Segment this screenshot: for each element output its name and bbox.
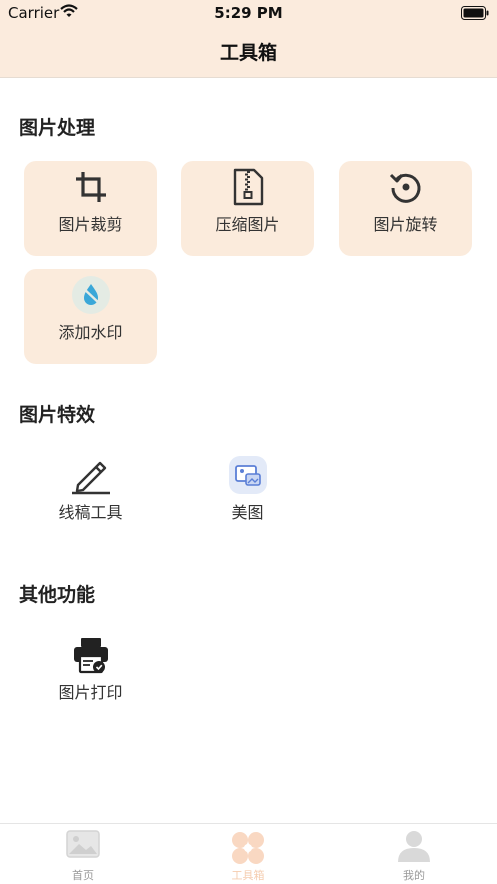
tab-home[interactable]: 首页 [0,824,166,884]
image-icon [66,830,100,858]
crop-icon [75,172,106,202]
photo-icon [228,456,267,494]
tab-toolbox[interactable]: 工具箱 [165,824,331,884]
navigation-bar: 工具箱 [0,26,497,78]
tool-label: 图片旋转 [373,215,438,234]
pencil-icon [71,461,110,495]
tool-line-art-button[interactable]: 线稿工具 [24,449,157,544]
tab-bar: 首页 工具箱 我的 [0,823,497,884]
tool-label: 压缩图片 [215,215,280,234]
water-drop-icon [71,276,110,314]
tab-label: 工具箱 [231,869,265,882]
tool-rotate-button[interactable]: 图片旋转 [339,161,472,256]
battery-icon [461,6,489,20]
clock: 5:29 PM [214,4,283,22]
zip-file-icon [233,168,263,206]
tool-watermark-button[interactable]: 添加水印 [24,269,157,364]
rotate-icon [389,173,420,203]
tool-print-button[interactable]: 图片打印 [24,629,157,724]
user-icon [398,831,430,862]
tool-label: 线稿工具 [58,503,123,522]
section-title-image-effects: 图片特效 [19,404,96,426]
status-bar: Carrier 5:29 PM [0,0,497,26]
tool-label: 图片裁剪 [58,215,123,234]
tab-mine[interactable]: 我的 [331,824,497,884]
tool-compress-button[interactable]: 压缩图片 [181,161,314,256]
printer-icon [73,638,108,674]
tool-label: 美图 [231,503,264,522]
tool-crop-button[interactable]: 图片裁剪 [24,161,157,256]
tool-label: 图片打印 [58,683,123,702]
tab-label: 我的 [403,869,425,882]
tool-beautify-button[interactable]: 美图 [181,449,314,544]
tab-label: 首页 [72,869,94,882]
clover-icon [232,832,264,864]
tool-label: 添加水印 [58,323,123,342]
page-title: 工具箱 [219,42,277,64]
section-title-image-processing: 图片处理 [19,117,96,139]
section-title-other-functions: 其他功能 [19,584,96,606]
